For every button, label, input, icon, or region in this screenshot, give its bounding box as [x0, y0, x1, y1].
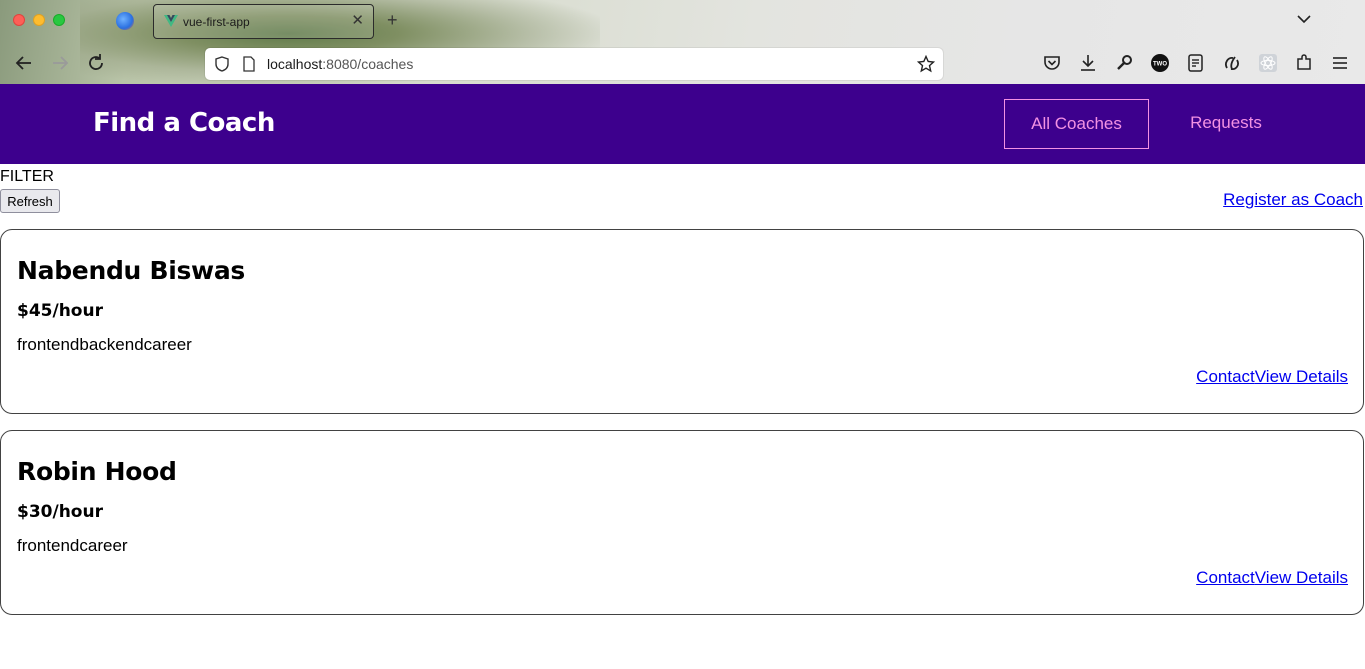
refresh-button[interactable]: Refresh — [0, 189, 60, 213]
coach-areas: frontendcareer — [17, 536, 128, 555]
wrench-icon[interactable] — [1114, 53, 1134, 73]
coach-name: Nabendu Biswas — [17, 256, 245, 285]
nav-requests[interactable]: Requests — [1178, 99, 1274, 149]
coach-rate: $45/hour — [17, 301, 103, 321]
svg-text:TWO: TWO — [1153, 62, 1167, 68]
redux-extension-icon[interactable] — [1222, 53, 1242, 73]
page-icon[interactable] — [242, 56, 256, 72]
firefox-view-icon[interactable] — [116, 12, 134, 30]
coach-areas: frontendbackendcareer — [17, 335, 192, 354]
brand-title[interactable]: Find a Coach — [93, 108, 275, 138]
bookmark-star-icon[interactable] — [917, 55, 935, 73]
reload-icon[interactable] — [85, 52, 107, 74]
view-details-link[interactable]: View Details — [1255, 367, 1348, 386]
browser-chrome: vue-first-app ✕ + localhost:8080/coaches… — [0, 0, 1365, 84]
coach-name: Robin Hood — [17, 457, 177, 486]
browser-tab-active[interactable]: vue-first-app ✕ — [153, 4, 374, 39]
react-extension-icon[interactable] — [1258, 53, 1278, 73]
minimize-window-button[interactable] — [33, 14, 45, 26]
shield-icon[interactable] — [214, 56, 230, 72]
coach-actions: ContactView Details — [1196, 367, 1348, 387]
reader-list-icon[interactable] — [1186, 53, 1206, 73]
contact-link[interactable]: Contact — [1196, 367, 1255, 386]
tab-bar: vue-first-app ✕ + — [0, 0, 1365, 42]
downloads-icon[interactable] — [1078, 53, 1098, 73]
app-header: Find a Coach All Coaches Requests — [0, 84, 1365, 164]
coach-card: Nabendu Biswas $45/hour frontendbackendc… — [0, 229, 1364, 414]
chevron-down-icon[interactable] — [1296, 11, 1312, 27]
extensions-icon[interactable] — [1294, 53, 1314, 73]
url-host: localhost — [267, 56, 323, 72]
close-window-button[interactable] — [13, 14, 25, 26]
address-bar[interactable]: localhost:8080/coaches — [205, 48, 943, 80]
menu-icon[interactable] — [1330, 53, 1350, 73]
coach-rate: $30/hour — [17, 502, 103, 522]
tab-title: vue-first-app — [183, 15, 250, 29]
two-extension-icon[interactable]: TWO — [1150, 53, 1170, 73]
navigation-toolbar: localhost:8080/coaches TWO — [0, 42, 1365, 84]
contact-link[interactable]: Contact — [1196, 568, 1255, 587]
vue-logo-icon — [164, 15, 178, 27]
view-details-link[interactable]: View Details — [1255, 568, 1348, 587]
back-icon[interactable] — [13, 52, 35, 74]
forward-icon[interactable] — [49, 52, 71, 74]
new-tab-button[interactable]: + — [387, 10, 398, 31]
nav-all-coaches[interactable]: All Coaches — [1004, 99, 1149, 149]
url-text[interactable]: localhost:8080/coaches — [267, 56, 413, 72]
maximize-window-button[interactable] — [53, 14, 65, 26]
pocket-icon[interactable] — [1042, 53, 1062, 73]
coach-card: Robin Hood $30/hour frontendcareer Conta… — [0, 430, 1364, 615]
filter-label: FILTER — [0, 168, 54, 185]
tab-close-icon[interactable]: ✕ — [351, 11, 364, 29]
register-as-coach-link[interactable]: Register as Coach — [1223, 190, 1363, 210]
url-path: :8080/coaches — [322, 56, 414, 72]
coach-actions: ContactView Details — [1196, 568, 1348, 588]
